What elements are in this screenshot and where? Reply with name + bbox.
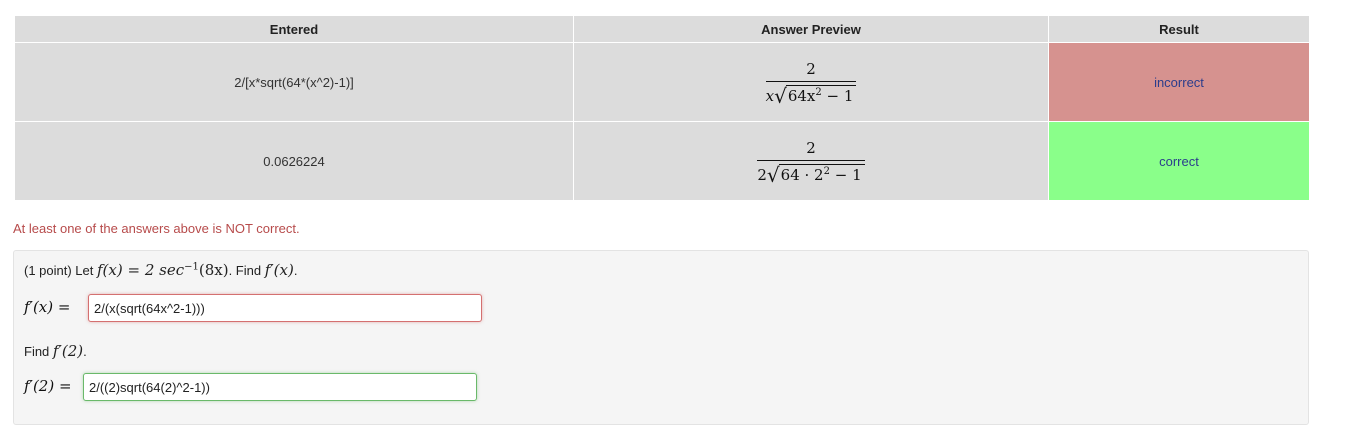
table-row: 0.0626224 2 2 √ 64 · 22 − 1 correct	[14, 121, 1310, 201]
problem-panel: (1 point) Let f(x) = 2 sec−1(8x). Find f…	[13, 250, 1309, 425]
table-header-row: Entered Answer Preview Result	[14, 15, 1310, 43]
status-message: At least one of the answers above is NOT…	[13, 221, 300, 236]
derivative-at-2-input[interactable]: 2/((2)sqrt(64(2)^2-1))	[83, 373, 477, 401]
answer-preview-cell: 2 2 √ 64 · 22 − 1	[573, 121, 1049, 201]
preview-fraction: 2 x √ 64x2 − 1	[765, 59, 857, 106]
answer-results-table: Entered Answer Preview Result 2/[x*sqrt(…	[14, 15, 1310, 201]
result-cell-correct: correct	[1048, 121, 1310, 201]
result-cell-incorrect: incorrect	[1048, 42, 1310, 122]
column-header-answer-preview: Answer Preview	[573, 15, 1049, 43]
column-header-result: Result	[1048, 15, 1310, 43]
entered-cell: 0.0626224	[14, 121, 574, 201]
answer-preview-cell: 2 x √ 64x2 − 1	[573, 42, 1049, 122]
preview-numerator: 2	[806, 138, 816, 157]
preview-denominator: 2 √ 64 · 22 − 1	[757, 161, 865, 185]
column-header-entered: Entered	[14, 15, 574, 43]
problem-statement: (1 point) Let f(x) = 2 sec−1(8x). Find f…	[24, 261, 298, 279]
find-second-prompt: Find f′(2).	[24, 342, 87, 360]
entered-cell: 2/[x*sqrt(64*(x^2)-1)]	[14, 42, 574, 122]
table-row: 2/[x*sqrt(64*(x^2)-1)] 2 x √ 64x2 − 1 inc…	[14, 42, 1310, 122]
answer1-label: f′(x) =	[24, 298, 71, 316]
derivative-answer-input[interactable]: 2/(x(sqrt(64x^2-1)))	[88, 294, 482, 322]
answer2-label: f′(2) =	[24, 377, 72, 395]
preview-denominator: x √ 64x2 − 1	[766, 82, 857, 106]
preview-numerator: 2	[806, 59, 816, 78]
preview-fraction: 2 2 √ 64 · 22 − 1	[757, 138, 865, 185]
